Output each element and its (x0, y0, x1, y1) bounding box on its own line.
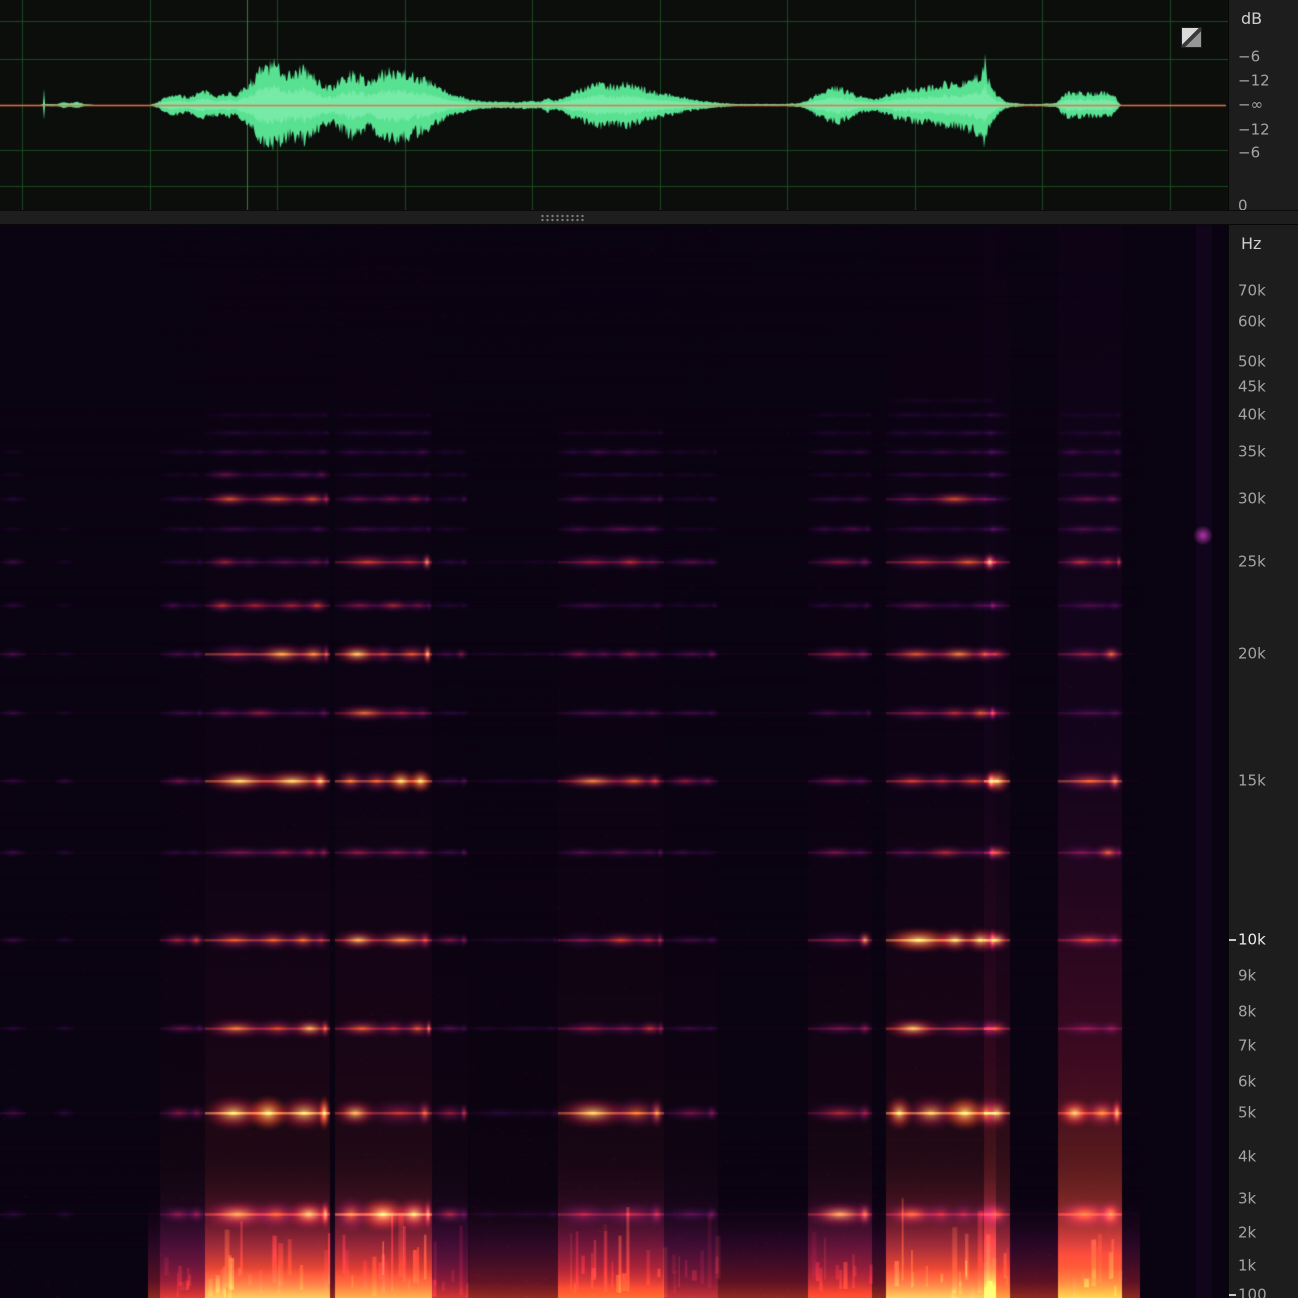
waveform-db-scale[interactable]: dB −6 −12 −∞ −12 −6 0 (1228, 0, 1298, 210)
spectrogram-editor-area[interactable] (0, 225, 1228, 1298)
freq-tick-label: 70k (1238, 283, 1266, 298)
freq-tick-label: 15k (1238, 774, 1266, 789)
frequency-scale[interactable]: Hz 70k 60k 50k 45k 40k 35k 30k 25k 20k 15k 10k 9k 8k… (1228, 225, 1298, 1298)
spectrogram-panel: Hz 70k 60k 50k 45k 40k 35k 30k 25k 20k 15k 10k 9k 8k… (0, 225, 1298, 1298)
freq-tick-label: 4k (1238, 1150, 1256, 1165)
freq-tick-label: 40k (1238, 407, 1266, 422)
freq-tick-label: 2k (1238, 1225, 1256, 1240)
freq-tick-mark (1229, 939, 1236, 941)
freq-tick-label: 1k (1238, 1259, 1256, 1274)
audio-editor-window: dB −6 −12 −∞ −12 −6 0 Hz 70k 60k 50k 45k 40k 35k 30… (0, 0, 1298, 1298)
freq-tick-label: 9k (1238, 969, 1256, 984)
panel-divider[interactable] (0, 210, 1298, 225)
freq-tick-label: 25k (1238, 555, 1266, 570)
hz-unit-label: Hz (1241, 234, 1261, 253)
freq-tick-label: 20k (1238, 647, 1266, 662)
db-tick-label: −12 (1238, 74, 1270, 89)
freq-tick-label: 5k (1238, 1106, 1256, 1121)
db-tick-label: −12 (1238, 123, 1270, 138)
freq-tick-label: 3k (1238, 1191, 1256, 1206)
db-tick-label: 0 (1238, 199, 1248, 211)
spectrogram-display[interactable] (0, 225, 1228, 1298)
freq-tick-label: 60k (1238, 314, 1266, 329)
freq-tick-label: 45k (1238, 380, 1266, 395)
freq-tick-label: 35k (1238, 445, 1266, 460)
db-tick-label: −∞ (1238, 98, 1263, 113)
freq-tick-label: 50k (1238, 355, 1266, 370)
freq-tick-mark (1229, 1294, 1236, 1296)
db-tick-label: −6 (1238, 50, 1260, 65)
freq-tick-label: 6k (1238, 1075, 1256, 1090)
freq-tick-label: 30k (1238, 492, 1266, 507)
freq-tick-label: 7k (1238, 1039, 1256, 1054)
freq-tick-label: 8k (1238, 1005, 1256, 1020)
diagonal-adjust-icon[interactable] (1181, 27, 1202, 48)
db-tick-label: −6 (1238, 146, 1260, 161)
waveform-display[interactable] (0, 0, 1228, 210)
waveform-panel: dB −6 −12 −∞ −12 −6 0 (0, 0, 1298, 210)
freq-tick-label: 100 (1238, 1287, 1267, 1298)
divider-drag-handle[interactable] (540, 214, 586, 223)
freq-tick-label: 10k (1238, 933, 1266, 948)
db-unit-label: dB (1241, 9, 1262, 28)
waveform-editor-area[interactable] (0, 0, 1228, 210)
